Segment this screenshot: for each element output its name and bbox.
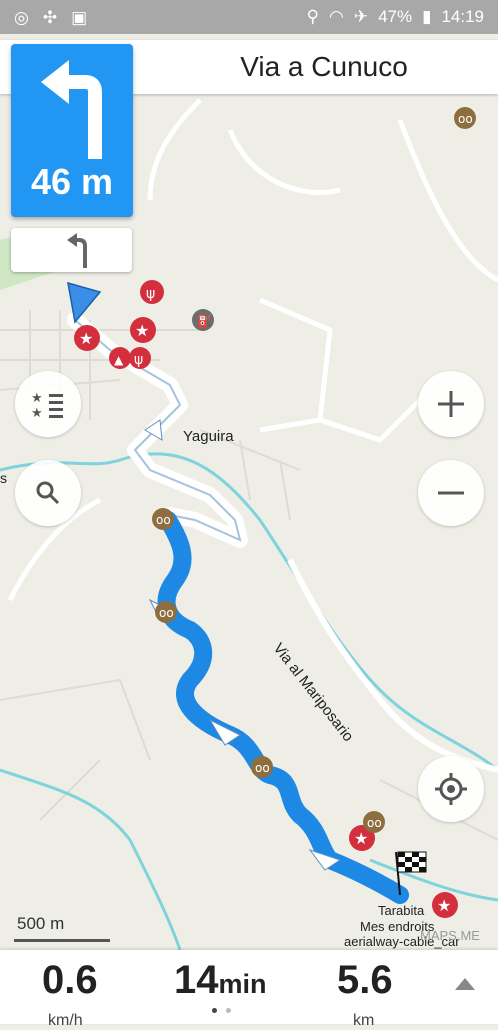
next-turn-left-icon [67, 233, 87, 268]
time-metric: 14min [174, 958, 267, 1003]
distance-unit: km [353, 1012, 375, 1029]
distance-value: 5.6 [337, 958, 393, 1002]
zoom-in-button[interactable] [418, 371, 484, 437]
destination-name: Tarabita [378, 903, 425, 918]
bookmarks-button[interactable]: ★ ★ [15, 371, 81, 437]
trip-info-bar[interactable]: 0.6 km/h 14min 5.6 km [0, 950, 498, 1029]
location-target-icon [435, 773, 467, 805]
edge-label: s [0, 470, 7, 486]
page-dot [226, 1008, 231, 1013]
speed-value: 0.6 [42, 958, 98, 1002]
star-list-icon: ★ ★ [31, 391, 63, 419]
wifi-icon: ◠ [328, 7, 344, 26]
location-icon: ⚲ [306, 7, 319, 26]
zoom-out-button[interactable] [418, 460, 484, 526]
chrome-icon: ◎ [14, 8, 29, 27]
airplane-icon: ✈ [353, 7, 369, 26]
page-dot-active [212, 1008, 217, 1013]
minus-icon [438, 491, 464, 495]
turn-instruction-card[interactable]: 46 m [11, 44, 133, 217]
nav-arrow-icon: ✣ [42, 8, 58, 27]
next-turn-card [11, 228, 132, 272]
speed-unit: km/h [48, 1012, 83, 1029]
town-label: Yaguira [183, 428, 234, 445]
status-left-icons: ◎ ✣ ▣ [14, 8, 87, 28]
time-unit: min [218, 969, 267, 999]
svg-text:★: ★ [31, 406, 43, 419]
status-bar: ◎ ✣ ▣ ⚲ ◠ ✈ 47% ▮ 14:19 [0, 0, 498, 34]
turn-distance: 46 m [30, 161, 114, 202]
battery-icon: ▮ [422, 7, 432, 26]
svg-text:★: ★ [31, 391, 43, 406]
distance-metric: 5.6 km [337, 958, 393, 1029]
my-location-button[interactable] [418, 756, 484, 822]
street-name: Via a Cunuco [240, 51, 408, 82]
expand-up-icon[interactable] [455, 978, 475, 990]
map-scale-label: 500 m [17, 914, 65, 933]
search-button[interactable] [15, 460, 81, 526]
speed-metric: 0.6 km/h [42, 958, 98, 1029]
plus-icon [438, 391, 464, 417]
status-right-icons: ⚲ ◠ ✈ 47% ▮ 14:19 [307, 7, 484, 27]
clock: 14:19 [441, 7, 484, 26]
turn-left-icon [41, 60, 102, 159]
battery-level: 47% [378, 7, 413, 26]
map-scale-bar [14, 939, 110, 942]
search-icon [36, 481, 60, 505]
time-value: 14 [174, 958, 219, 1002]
maps-me-watermark: MAPS.ME [420, 928, 480, 943]
gallery-icon: ▣ [71, 8, 88, 27]
